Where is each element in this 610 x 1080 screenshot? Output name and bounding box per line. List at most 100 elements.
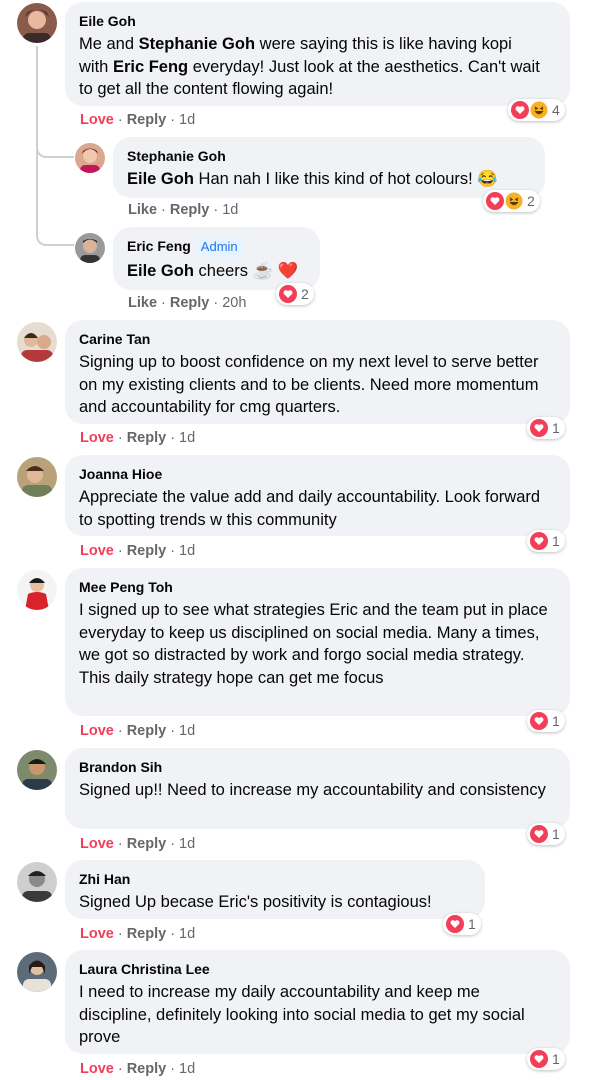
avatar[interactable] [17,3,57,43]
heart-reaction-icon [530,419,548,437]
heart-reaction-icon [530,712,548,730]
reaction-count[interactable]: 4 [508,99,565,121]
comment-actions: Like · Reply · 1d [128,202,239,218]
comment-text: Me and Stephanie Goh were saying this is… [79,35,540,98]
comment-timestamp[interactable]: 1d [222,202,238,218]
comment-author[interactable]: Laura Christina Lee [79,960,556,978]
like-action[interactable]: Like [128,295,157,311]
comment-timestamp[interactable]: 1d [179,1061,195,1077]
avatar[interactable] [75,233,105,263]
comment-author[interactable]: Mee Peng Toh [79,578,556,596]
avatar[interactable] [17,570,57,610]
comment-bubble: Laura Christina Lee I need to increase m… [65,950,570,1054]
heart-reaction-icon [511,101,529,119]
comment-timestamp[interactable]: 1d [179,723,195,739]
reaction-count[interactable]: 2 [276,283,314,305]
comment-bubble: Brandon Sih Signed up!! Need to increase… [65,748,570,829]
comment-author[interactable]: Stephanie Goh [127,147,531,165]
reaction-count[interactable]: 1 [527,710,565,732]
love-action[interactable]: Love [80,430,114,446]
reaction-count[interactable]: 1 [527,1048,565,1070]
comment-author[interactable]: Brandon Sih [79,758,556,776]
comment-text: Signing up to boost confidence on my nex… [79,353,539,416]
heart-reaction-icon [530,532,548,550]
comment-author: Eric Feng Admin [127,237,306,257]
reaction-count-number: 4 [552,102,560,118]
comment-timestamp[interactable]: 1d [179,430,195,446]
avatar[interactable] [17,322,57,362]
reaction-count[interactable]: 1 [443,913,481,935]
comment-actions: Love · Reply · 1d [80,926,196,942]
reaction-count-number: 2 [527,193,535,209]
reply-action[interactable]: Reply [127,1061,167,1077]
thread-connector-curve [36,150,74,246]
comment-author[interactable]: Joanna Hioe [79,465,556,483]
comment-author[interactable]: Zhi Han [79,870,471,888]
reply-action[interactable]: Reply [127,836,167,852]
admin-badge: Admin [195,237,243,257]
heart-reaction-icon [279,285,297,303]
comment-actions: Love · Reply · 1d [80,112,196,128]
love-action[interactable]: Love [80,1061,114,1077]
heart-reaction-icon [446,915,464,933]
avatar[interactable] [75,143,105,173]
love-action[interactable]: Love [80,836,114,852]
mention-link[interactable]: Eric Feng [113,58,188,76]
comment-text: I need to increase my daily accountabili… [79,983,525,1046]
comment-timestamp[interactable]: 1d [179,543,195,559]
mention-link[interactable]: Stephanie Goh [139,35,255,53]
comment-actions: Love · Reply · 1d [80,430,196,446]
heart-reaction-icon [530,825,548,843]
like-action[interactable]: Like [128,202,157,218]
reply-action[interactable]: Reply [127,723,167,739]
comment-text: I signed up to see what strategies Eric … [79,601,548,687]
love-action[interactable]: Love [80,543,114,559]
reaction-count-number: 1 [552,1051,560,1067]
comment-text: Signed Up becase Eric's positivity is co… [79,893,432,911]
comment-bubble: Eile Goh Me and Stephanie Goh were sayin… [65,2,570,106]
reply-action[interactable]: Reply [127,430,167,446]
reaction-count-number: 1 [552,713,560,729]
laughing-reaction-icon [530,101,548,119]
comment-bubble: Zhi Han Signed Up becase Eric's positivi… [65,860,485,919]
reply-action[interactable]: Reply [170,202,210,218]
comment-bubble: Joanna Hioe Appreciate the value add and… [65,455,570,536]
avatar[interactable] [17,862,57,902]
comment-bubble: Eric Feng Admin Eile Goh cheers ☕ ❤️ [113,227,320,290]
comment-timestamp[interactable]: 1d [179,836,195,852]
comment-text: Eile Goh Han nah I like this kind of hot… [127,170,498,188]
reply-action[interactable]: Reply [127,112,167,128]
reply-action[interactable]: Reply [127,543,167,559]
reaction-count-number: 1 [552,826,560,842]
reaction-count[interactable]: 1 [527,823,565,845]
mention-link[interactable]: Eile Goh [127,170,194,188]
reaction-count[interactable]: 2 [483,190,540,212]
comment-actions: Love · Reply · 1d [80,543,196,559]
comment-author[interactable]: Carine Tan [79,330,556,348]
reaction-count-number: 2 [301,286,309,302]
comment-text: Signed up!! Need to increase my accounta… [79,781,546,799]
comment-text: Eile Goh cheers ☕ ❤️ [127,262,299,280]
reaction-count[interactable]: 1 [527,530,565,552]
comment-actions: Love · Reply · 1d [80,836,196,852]
heart-reaction-icon [486,192,504,210]
mention-link[interactable]: Eile Goh [127,262,194,280]
reply-action[interactable]: Reply [127,926,167,942]
love-action[interactable]: Love [80,112,114,128]
comment-timestamp[interactable]: 20h [222,295,246,311]
comment-bubble: Mee Peng Toh I signed up to see what str… [65,568,570,716]
avatar[interactable] [17,750,57,790]
reaction-count-number: 1 [552,420,560,436]
love-action[interactable]: Love [80,723,114,739]
comment-timestamp[interactable]: 1d [179,926,195,942]
comment-actions: Love · Reply · 1d [80,723,196,739]
comment-timestamp[interactable]: 1d [179,112,195,128]
avatar[interactable] [17,952,57,992]
reaction-count-number: 1 [468,916,476,932]
reaction-count[interactable]: 1 [527,417,565,439]
reply-action[interactable]: Reply [170,295,210,311]
avatar[interactable] [17,457,57,497]
comment-author[interactable]: Eile Goh [79,12,556,30]
love-action[interactable]: Love [80,926,114,942]
laughing-reaction-icon [505,192,523,210]
